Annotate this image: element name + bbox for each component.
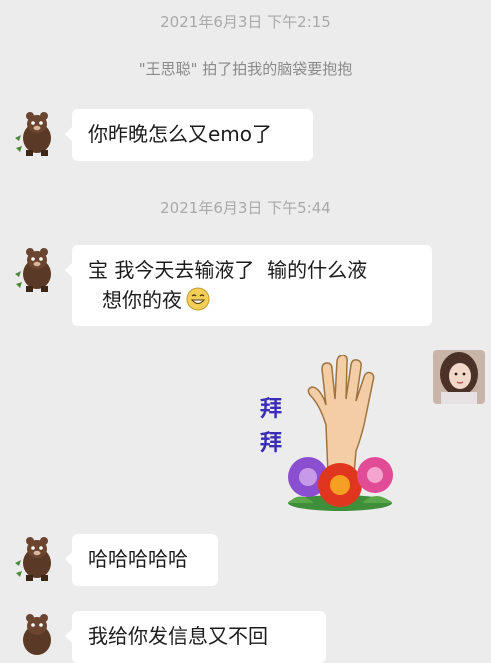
- contact-avatar[interactable]: [12, 533, 58, 583]
- contact-avatar[interactable]: [12, 244, 58, 294]
- pat-notice: "王思聪" 拍了拍我的脑袋要抱抱: [138, 60, 353, 78]
- contact-avatar[interactable]: [12, 108, 58, 158]
- message-text: 你昨晚怎么又emo了: [88, 122, 273, 146]
- message-bubble[interactable]: 你昨晚怎么又emo了: [65, 109, 313, 161]
- flowers-icon: [288, 457, 393, 511]
- message-text: 我给你发信息又不回: [88, 624, 268, 648]
- girl-photo-avatar-icon: [433, 350, 485, 404]
- cartoon-bear-avatar-icon: [12, 108, 58, 158]
- waving-hand-sticker[interactable]: [280, 355, 410, 515]
- grin-emoji-icon: [186, 287, 210, 311]
- cartoon-bear-avatar-icon: [12, 244, 58, 294]
- message-text: 想你的夜: [102, 288, 182, 312]
- message-text: 哈哈哈哈哈: [88, 547, 188, 571]
- contact-avatar[interactable]: [12, 610, 58, 660]
- cartoon-bear-avatar-icon: [12, 610, 58, 660]
- message-bubble[interactable]: 哈哈哈哈哈: [65, 534, 218, 586]
- message-bubble[interactable]: 我给你发信息又不回: [65, 611, 326, 663]
- timestamp: 2021年6月3日 下午2:15: [160, 13, 331, 31]
- timestamp: 2021年6月3日 下午5:44: [160, 199, 331, 217]
- message-text-line: 宝 我今天去输液了 输的什么液: [88, 258, 368, 282]
- message-bubble[interactable]: 宝 我今天去输液了 输的什么液 想你的夜: [65, 245, 432, 326]
- waving-hand-icon: [307, 355, 375, 476]
- cartoon-bear-avatar-icon: [12, 533, 58, 583]
- message-text-line-2: 想你的夜: [88, 285, 416, 315]
- self-avatar[interactable]: [433, 350, 485, 404]
